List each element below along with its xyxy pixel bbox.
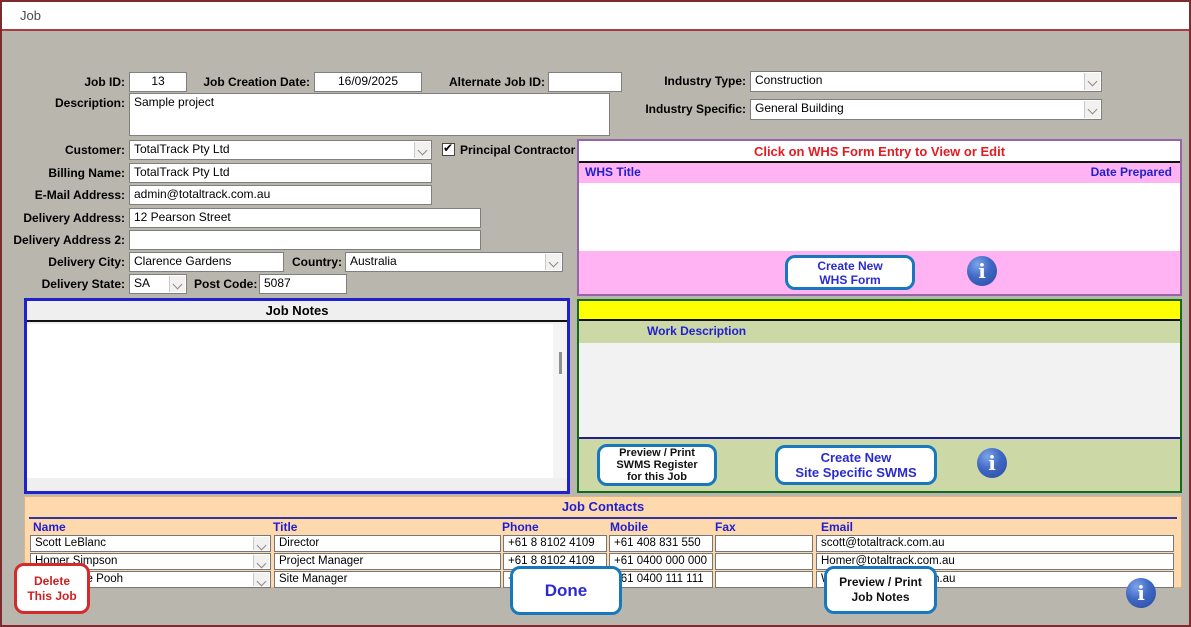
delivery-city-label: Delivery City: [32, 255, 125, 269]
delivery-state-select[interactable]: SA [129, 274, 187, 294]
delivery-city-field[interactable]: Clarence Gardens [129, 252, 284, 272]
contact-mobile-field[interactable]: +61 0400 000 000 [609, 553, 713, 570]
country-label: Country: [287, 255, 342, 269]
contact-mobile-field[interactable]: +61 0400 111 111 [609, 571, 713, 588]
contact-email-field[interactable]: scott@totaltrack.com.au [816, 535, 1174, 552]
job-notes-panel: Job Notes [24, 298, 570, 494]
contact-title-field[interactable]: Project Manager [274, 553, 501, 570]
principal-contractor-label: Principal Contractor [460, 143, 580, 157]
country-value: Australia [350, 254, 397, 268]
preview-print-swms-register-button[interactable]: Preview / Print SWMS Register for this J… [597, 444, 717, 486]
billing-name-label: Billing Name: [32, 166, 125, 180]
preview-print-job-notes-button[interactable]: Preview / Print Job Notes [824, 566, 937, 614]
contact-title-field[interactable]: Director [274, 535, 501, 552]
industry-type-value: Construction [755, 73, 822, 87]
job-info-icon[interactable]: i [1126, 578, 1156, 608]
email-address-label: E-Mail Address: [24, 188, 125, 202]
scrollbar-thumb[interactable] [559, 352, 562, 374]
contacts-header-mobile: Mobile [610, 520, 648, 534]
chevron-down-icon[interactable] [1084, 101, 1100, 118]
contacts-header-phone: Phone [502, 520, 539, 534]
delivery-address2-field[interactable] [129, 230, 481, 250]
customer-value: TotalTrack Pty Ltd [134, 142, 230, 156]
window-title: Job [20, 8, 41, 23]
chevron-down-icon[interactable] [253, 573, 269, 586]
work-description-label: Work Description [647, 324, 746, 338]
swms-panel-footer: Preview / Print SWMS Register for this J… [579, 439, 1180, 491]
whs-title-column-label: WHS Title [585, 165, 641, 179]
description-label: Description: [42, 96, 125, 110]
billing-name-field[interactable]: TotalTrack Pty Ltd [129, 163, 432, 183]
contacts-header-name: Name [33, 520, 66, 534]
contact-mobile-field[interactable]: +61 408 831 550 [609, 535, 713, 552]
country-select[interactable]: Australia [345, 252, 563, 272]
post-code-label: Post Code: [194, 277, 256, 291]
swms-info-icon[interactable]: i [977, 448, 1007, 478]
industry-specific-value: General Building [755, 101, 844, 115]
contacts-header-fax: Fax [715, 520, 736, 534]
contacts-divider [29, 517, 1177, 519]
done-button[interactable]: Done [510, 566, 622, 615]
contact-fax-field[interactable] [715, 553, 813, 570]
email-address-field[interactable]: admin@totaltrack.com.au [129, 185, 432, 205]
job-notes-scrollbar[interactable] [553, 324, 567, 478]
whs-form-list[interactable] [579, 183, 1180, 251]
chevron-down-icon[interactable] [253, 537, 269, 550]
whs-column-headers: WHS Title Date Prepared [579, 163, 1180, 183]
job-contacts-title: Job Contacts [25, 499, 1181, 514]
alternate-job-id-field[interactable] [548, 72, 622, 92]
whs-info-icon[interactable]: i [967, 256, 997, 286]
job-notes-textarea[interactable] [27, 324, 553, 478]
post-code-field[interactable]: 5087 [259, 274, 347, 294]
swms-list[interactable] [579, 343, 1180, 437]
date-prepared-column-label: Date Prepared [1091, 165, 1172, 179]
job-notes-title: Job Notes [27, 301, 567, 322]
customer-select[interactable]: TotalTrack Pty Ltd [129, 140, 432, 160]
chevron-down-icon[interactable] [253, 555, 269, 568]
swms-yellow-bar [579, 301, 1180, 321]
chevron-down-icon[interactable] [1084, 73, 1100, 90]
job-form: Job ID: 13 Job Creation Date: 16/09/2025… [2, 33, 1189, 625]
delivery-state-value: SA [134, 276, 150, 290]
job-creation-date-field[interactable]: 16/09/2025 [314, 72, 422, 92]
industry-type-label: Industry Type: [636, 74, 746, 88]
description-field[interactable]: Sample project [129, 93, 610, 136]
delivery-state-label: Delivery State: [24, 277, 125, 291]
contact-name-select[interactable]: Scott LeBlanc [30, 535, 271, 552]
industry-specific-label: Industry Specific: [626, 102, 746, 116]
chevron-down-icon[interactable] [545, 254, 561, 270]
delivery-address-field[interactable]: 12 Pearson Street [129, 208, 481, 228]
delete-this-job-button[interactable]: Delete This Job [14, 563, 90, 614]
title-bar: Job [2, 2, 1189, 31]
principal-contractor-checkbox[interactable] [442, 143, 455, 156]
contact-phone-field[interactable]: +61 8 8102 4109 [503, 535, 607, 552]
contact-fax-field[interactable] [715, 571, 813, 588]
contacts-header-email: Email [821, 520, 853, 534]
alternate-job-id-label: Alternate Job ID: [442, 75, 545, 89]
job-window: Job Job ID: 13 Job Creation Date: 16/09/… [0, 0, 1191, 627]
contact-title-field[interactable]: Site Manager [274, 571, 501, 588]
work-description-header: Work Description [579, 321, 1180, 343]
whs-panel-footer: Create New WHS Form i [579, 251, 1180, 294]
create-new-whs-form-button[interactable]: Create New WHS Form [785, 255, 915, 290]
create-new-site-specific-swms-button[interactable]: Create New Site Specific SWMS [775, 445, 937, 485]
industry-type-select[interactable]: Construction [750, 71, 1102, 92]
delivery-address-label: Delivery Address: [16, 211, 125, 225]
whs-forms-panel: Click on WHS Form Entry to View or Edit … [577, 139, 1182, 296]
industry-specific-select[interactable]: General Building [750, 99, 1102, 120]
customer-label: Customer: [42, 143, 125, 157]
whs-panel-header: Click on WHS Form Entry to View or Edit [579, 141, 1180, 163]
job-creation-date-label: Job Creation Date: [187, 75, 310, 89]
contacts-header-title: Title [273, 520, 297, 534]
swms-panel: Work Description Preview / Print SWMS Re… [577, 299, 1182, 493]
chevron-down-icon[interactable] [169, 276, 185, 292]
chevron-down-icon[interactable] [414, 142, 430, 158]
contact-fax-field[interactable] [715, 535, 813, 552]
delivery-address2-label: Delivery Address 2: [8, 233, 125, 247]
job-id-field[interactable]: 13 [129, 72, 187, 92]
job-id-label: Job ID: [42, 75, 125, 89]
